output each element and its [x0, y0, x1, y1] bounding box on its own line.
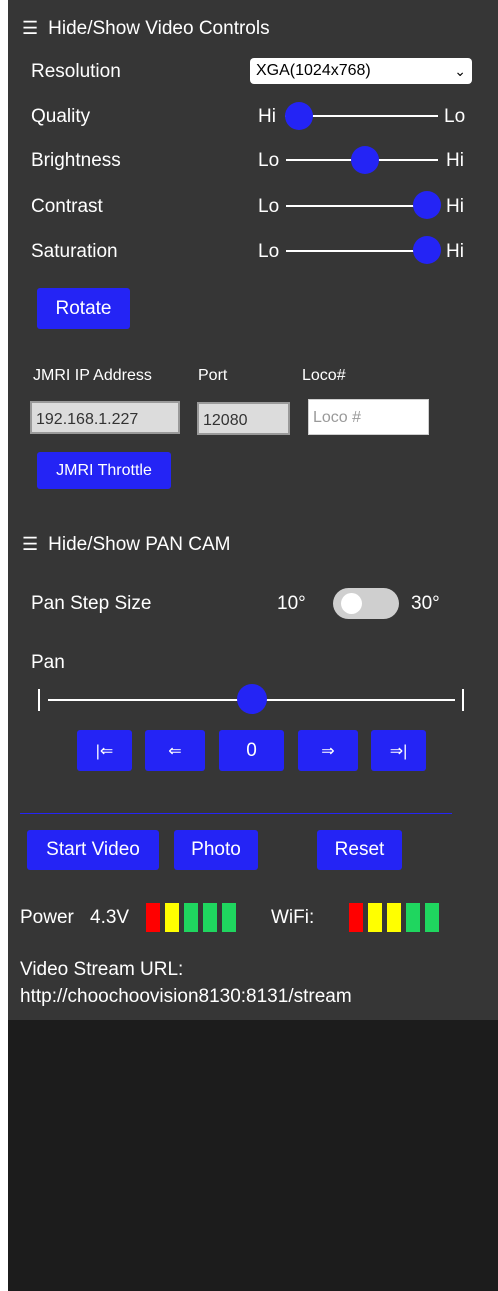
hamburger-icon: ☰ [22, 534, 39, 554]
brightness-max-label: Hi [446, 150, 464, 171]
reset-button[interactable]: Reset [317, 830, 402, 870]
jmri-ip-label: JMRI IP Address [33, 367, 152, 384]
video-controls-header: Hide/Show Video Controls [48, 18, 270, 39]
brightness-slider-thumb[interactable] [351, 146, 379, 174]
chevron-down-icon: ⌄ [454, 63, 466, 79]
quality-label: Quality [31, 106, 91, 127]
saturation-min-label: Lo [258, 241, 280, 262]
wifi-level-bar [425, 903, 439, 932]
resolution-label: Resolution [31, 61, 121, 82]
brightness-min-label: Lo [258, 150, 280, 171]
resolution-value: XGA(1024x768) [256, 62, 371, 79]
saturation-max-label: Hi [446, 241, 464, 262]
jmri-ip-field[interactable]: 192.168.1.227 [30, 401, 180, 434]
wifi-level-bar [406, 903, 420, 932]
wifi-level-bar [387, 903, 401, 932]
pan-far-right-button[interactable]: ⇒| [371, 730, 426, 771]
wifi-level-bar [368, 903, 382, 932]
pan-left-stop [38, 689, 40, 711]
jmri-throttle-button[interactable]: JMRI Throttle [37, 452, 171, 489]
pan-center-button[interactable]: 0 [219, 730, 284, 771]
jmri-port-label: Port [198, 367, 228, 384]
pan-right-button[interactable]: ⇒ [298, 730, 358, 771]
contrast-label: Contrast [31, 196, 103, 217]
contrast-slider-thumb[interactable] [413, 191, 441, 219]
hamburger-icon: ☰ [22, 18, 39, 38]
jmri-port-field[interactable]: 12080 [197, 402, 290, 435]
pan-step-high: 30° [411, 593, 440, 614]
loco-number-input[interactable]: Loco # [308, 399, 429, 435]
quality-max-label: Lo [444, 106, 466, 127]
wifi-label: WiFi: [271, 907, 315, 928]
toggle-knob [341, 593, 362, 614]
pan-label: Pan [31, 652, 65, 673]
contrast-max-label: Hi [446, 196, 464, 217]
pan-slider-thumb[interactable] [237, 684, 267, 714]
empty-dark-area [8, 1020, 498, 1291]
power-level-bar [165, 903, 179, 932]
stream-url[interactable]: http://choochoovision8130:8131/stream [20, 986, 352, 1008]
saturation-slider-thumb[interactable] [413, 236, 441, 264]
pan-step-low: 10° [277, 593, 306, 614]
quality-slider-thumb[interactable] [285, 102, 313, 130]
pan-cam-toggle[interactable]: ☰ Hide/Show PAN CAM [22, 534, 230, 556]
rotate-button[interactable]: Rotate [37, 288, 130, 329]
pan-left-button[interactable]: ⇐ [145, 730, 205, 771]
power-value: 4.3V [90, 907, 130, 928]
power-level-bar [184, 903, 198, 932]
pan-step-label: Pan Step Size [31, 593, 152, 614]
resolution-select[interactable]: XGA(1024x768) ⌄ [250, 58, 472, 84]
pan-cam-header: Hide/Show PAN CAM [48, 534, 231, 555]
pan-step-toggle[interactable] [333, 588, 399, 619]
power-level-bar [203, 903, 217, 932]
jmri-loco-label: Loco# [302, 367, 346, 384]
quality-min-label: Hi [258, 106, 276, 127]
stream-url-label: Video Stream URL: [20, 959, 184, 980]
video-controls-toggle[interactable]: ☰ Hide/Show Video Controls [22, 18, 270, 40]
section-divider [20, 813, 452, 814]
power-label: Power [20, 907, 74, 928]
photo-button[interactable]: Photo [174, 830, 258, 870]
power-level-bar [222, 903, 236, 932]
brightness-label: Brightness [31, 150, 121, 171]
wifi-level-bar [349, 903, 363, 932]
power-level-bar [146, 903, 160, 932]
saturation-label: Saturation [31, 241, 118, 262]
contrast-min-label: Lo [258, 196, 280, 217]
pan-far-left-button[interactable]: |⇐ [77, 730, 132, 771]
start-video-button[interactable]: Start Video [27, 830, 159, 870]
pan-right-stop [462, 689, 464, 711]
